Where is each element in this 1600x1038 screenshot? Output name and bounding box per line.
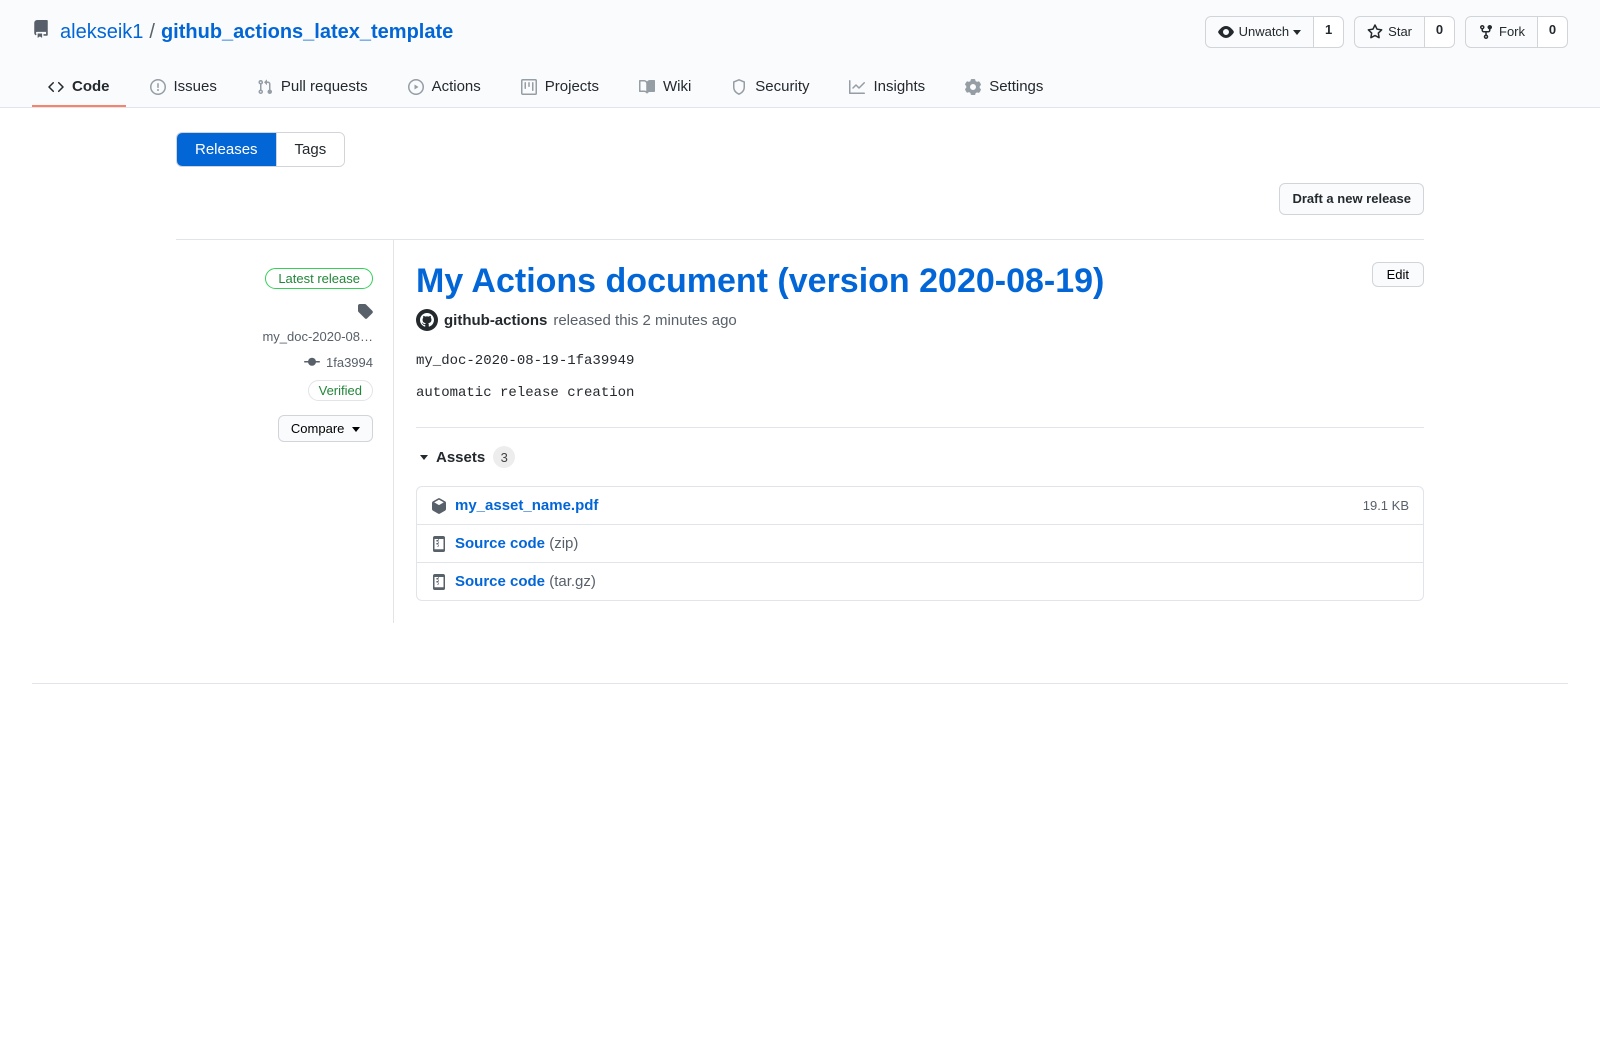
project-icon xyxy=(521,79,537,95)
github-icon xyxy=(420,313,434,327)
release-body: my_doc-2020-08-19-1fa39949 automatic rel… xyxy=(416,353,1424,401)
tab-actions[interactable]: Actions xyxy=(392,68,497,107)
play-icon xyxy=(408,79,424,95)
release-time: released this 2 minutes ago xyxy=(553,312,736,329)
subnav-tags[interactable]: Tags xyxy=(276,133,345,166)
package-icon xyxy=(431,498,447,514)
asset-row: my_asset_name.pdf 19.1 KB xyxy=(417,487,1423,524)
star-icon xyxy=(1367,24,1383,40)
zip-icon xyxy=(431,536,447,552)
asset-link[interactable]: my_asset_name.pdf xyxy=(455,497,598,514)
asset-size: 19.1 KB xyxy=(1363,498,1409,513)
star-count[interactable]: 0 xyxy=(1425,16,1455,48)
fork-count[interactable]: 0 xyxy=(1538,16,1568,48)
caret-down-icon xyxy=(420,455,428,460)
book-icon xyxy=(639,79,655,95)
release-title[interactable]: My Actions document (version 2020-08-19) xyxy=(416,262,1104,301)
graph-icon xyxy=(849,79,865,95)
watch-count[interactable]: 1 xyxy=(1314,16,1344,48)
compare-button[interactable]: Compare xyxy=(278,415,373,442)
gear-icon xyxy=(965,79,981,95)
releases-tags-subnav: Releases Tags xyxy=(176,132,345,167)
tab-code[interactable]: Code xyxy=(32,68,126,107)
fork-label: Fork xyxy=(1499,22,1525,42)
repo-name-link[interactable]: github_actions_latex_template xyxy=(161,21,453,44)
asset-row: Source code (zip) xyxy=(417,524,1423,562)
slash: / xyxy=(149,21,155,44)
fork-icon xyxy=(1478,24,1494,40)
asset-link[interactable]: Source code (tar.gz) xyxy=(455,573,596,590)
code-icon xyxy=(48,79,64,95)
tab-settings[interactable]: Settings xyxy=(949,68,1059,107)
latest-release-badge: Latest release xyxy=(265,268,373,289)
repo-icon xyxy=(32,20,50,44)
tag-icon xyxy=(357,303,373,319)
release-sidebar: Latest release my_doc-2020-08… 1fa3994 V… xyxy=(176,240,394,623)
release-main: My Actions document (version 2020-08-19)… xyxy=(394,240,1424,623)
repo-title: alekseik1 / github_actions_latex_templat… xyxy=(32,20,453,44)
unwatch-label: Unwatch xyxy=(1239,22,1290,42)
commit-icon xyxy=(304,354,320,370)
tab-wiki[interactable]: Wiki xyxy=(623,68,707,107)
tab-insights[interactable]: Insights xyxy=(833,68,941,107)
unwatch-button[interactable]: Unwatch xyxy=(1205,16,1315,48)
caret-down-icon xyxy=(1293,30,1301,35)
edit-button[interactable]: Edit xyxy=(1372,262,1424,287)
tag-name[interactable]: my_doc-2020-08… xyxy=(176,329,373,344)
zip-icon xyxy=(431,574,447,590)
asset-link[interactable]: Source code (zip) xyxy=(455,535,578,552)
pull-request-icon xyxy=(257,79,273,95)
tab-pulls[interactable]: Pull requests xyxy=(241,68,384,107)
tab-projects[interactable]: Projects xyxy=(505,68,615,107)
release-byline: github-actions released this 2 minutes a… xyxy=(416,309,1424,331)
tab-issues[interactable]: Issues xyxy=(134,68,233,107)
release-author[interactable]: github-actions xyxy=(444,312,547,329)
draft-release-button[interactable]: Draft a new release xyxy=(1279,183,1424,215)
fork-button[interactable]: Fork xyxy=(1465,16,1538,48)
watch-group: Unwatch 1 xyxy=(1205,16,1345,48)
repo-owner-link[interactable]: alekseik1 xyxy=(60,21,143,44)
shield-icon xyxy=(731,79,747,95)
commit-row[interactable]: 1fa3994 xyxy=(176,354,373,370)
eye-icon xyxy=(1218,24,1234,40)
subnav-releases[interactable]: Releases xyxy=(177,133,276,166)
tab-security[interactable]: Security xyxy=(715,68,825,107)
footer-rule xyxy=(32,683,1568,684)
issue-icon xyxy=(150,79,166,95)
fork-group: Fork 0 xyxy=(1465,16,1568,48)
tag-row[interactable] xyxy=(176,303,373,319)
assets-toggle[interactable]: Assets 3 xyxy=(416,446,1424,468)
star-label: Star xyxy=(1388,22,1412,42)
assets-count: 3 xyxy=(493,446,515,468)
caret-down-icon xyxy=(352,427,360,432)
star-button[interactable]: Star xyxy=(1354,16,1425,48)
asset-list: my_asset_name.pdf 19.1 KB Source code (z… xyxy=(416,486,1424,601)
repo-nav: Code Issues Pull requests Actions Projec… xyxy=(32,68,1568,107)
verified-badge[interactable]: Verified xyxy=(308,380,373,401)
asset-row: Source code (tar.gz) xyxy=(417,562,1423,600)
star-group: Star 0 xyxy=(1354,16,1455,48)
author-avatar[interactable] xyxy=(416,309,438,331)
